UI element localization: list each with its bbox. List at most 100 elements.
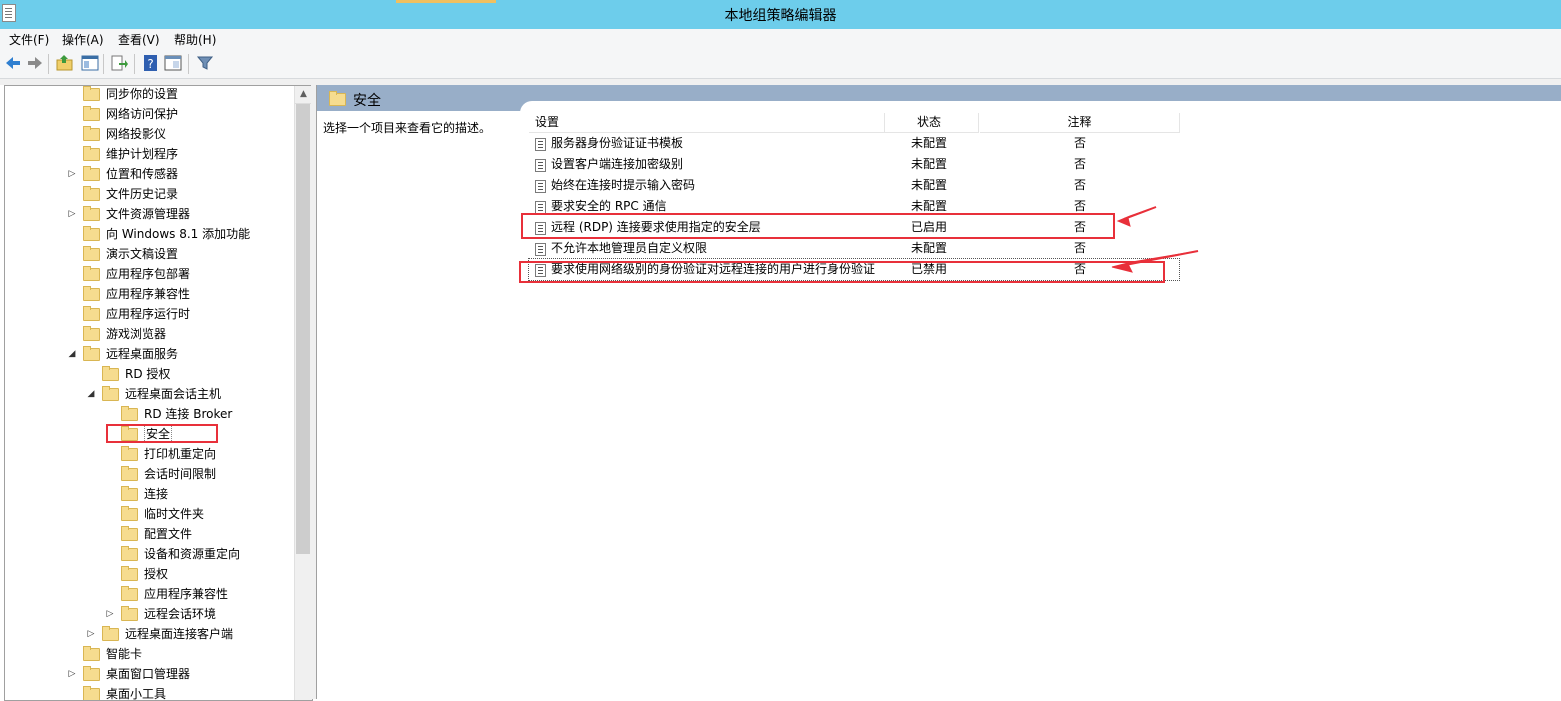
tree-item[interactable]: 应用程序包部署 bbox=[5, 264, 294, 284]
table-row[interactable]: 要求安全的 RPC 通信 未配置 否 bbox=[529, 196, 1179, 217]
tree-item-label: 打印机重定向 bbox=[144, 447, 217, 461]
toolbar-separator bbox=[134, 54, 135, 74]
folder-icon bbox=[83, 306, 100, 321]
scrollbar-thumb[interactable] bbox=[296, 104, 310, 554]
column-header-comment[interactable]: 注释 bbox=[980, 113, 1180, 133]
setting-comment: 否 bbox=[1074, 178, 1087, 192]
tree-item[interactable]: 演示文稿设置 bbox=[5, 244, 294, 264]
folder-icon bbox=[121, 506, 138, 521]
tree-item[interactable]: 文件历史记录 bbox=[5, 184, 294, 204]
tree-item-label: 网络访问保护 bbox=[106, 107, 179, 121]
description-text: 选择一个项目来查看它的描述。 bbox=[323, 121, 492, 135]
policy-setting-icon bbox=[535, 201, 546, 214]
tree-item[interactable]: ◢ 远程桌面会话主机 bbox=[5, 384, 294, 404]
tree-item[interactable]: 网络访问保护 bbox=[5, 104, 294, 124]
table-row[interactable]: 始终在连接时提示输入密码 未配置 否 bbox=[529, 175, 1179, 196]
policy-setting-icon bbox=[535, 264, 546, 277]
tree-vertical-scrollbar[interactable]: ▲ bbox=[294, 86, 312, 700]
tree-item-label: 同步你的设置 bbox=[106, 87, 179, 101]
back-arrow-icon[interactable] bbox=[4, 54, 22, 72]
tree-item[interactable]: 配置文件 bbox=[5, 524, 294, 544]
show-hide-tree-icon[interactable] bbox=[81, 54, 99, 72]
table-row[interactable]: 服务器身份验证证书模板 未配置 否 bbox=[529, 133, 1179, 154]
tree-item[interactable]: 打印机重定向 bbox=[5, 444, 294, 464]
navigation-tree[interactable]: 同步你的设置 网络访问保护网络投影仪维护计划程序 ▷ 位置和传感器文件历史记录 ▷ 文件资… bbox=[4, 85, 313, 701]
tree-item[interactable]: 连接 bbox=[5, 484, 294, 504]
tree-item[interactable]: 向 Windows 8.1 添加功能 bbox=[5, 224, 294, 244]
export-list-icon[interactable] bbox=[110, 54, 128, 72]
expand-arrow-icon[interactable]: ▷ bbox=[67, 664, 77, 684]
setting-state: 未配置 bbox=[911, 241, 948, 255]
table-row[interactable]: 不允许本地管理员自定义权限 未配置 否 bbox=[529, 238, 1179, 259]
column-header-setting[interactable]: 设置 bbox=[529, 113, 885, 133]
table-row[interactable]: 要求使用网络级别的身份验证对远程连接的用户进行身份验证 已禁用 否 bbox=[528, 258, 1180, 281]
expand-arrow-icon[interactable]: ▷ bbox=[67, 204, 77, 224]
setting-state: 未配置 bbox=[911, 157, 948, 171]
section-title: 安全 bbox=[353, 93, 381, 109]
filter-icon[interactable] bbox=[196, 54, 214, 72]
tree-item[interactable]: RD 授权 bbox=[5, 364, 294, 384]
menu-action[interactable]: 操作(A) bbox=[62, 31, 104, 48]
tree-item-label: 位置和传感器 bbox=[106, 167, 179, 181]
tree-item[interactable]: ▷ 文件资源管理器 bbox=[5, 204, 294, 224]
toolbar: ? bbox=[0, 49, 1561, 79]
table-row[interactable]: 远程 (RDP) 连接要求使用指定的安全层 已启用 否 bbox=[529, 217, 1179, 238]
tree-item[interactable]: 网络投影仪 bbox=[5, 124, 294, 144]
setting-name: 不允许本地管理员自定义权限 bbox=[551, 241, 708, 255]
menu-help[interactable]: 帮助(H) bbox=[174, 31, 216, 48]
tree-item[interactable]: 智能卡 bbox=[5, 644, 294, 664]
tree-item-label: 设备和资源重定向 bbox=[144, 547, 241, 561]
setting-comment: 否 bbox=[1074, 157, 1087, 171]
tree-item[interactable]: ◢ 远程桌面服务 bbox=[5, 344, 294, 364]
menu-view[interactable]: 查看(V) bbox=[118, 31, 160, 48]
folder-icon bbox=[83, 146, 100, 161]
tree-item[interactable]: 会话时间限制 bbox=[5, 464, 294, 484]
expand-arrow-icon[interactable]: ▷ bbox=[67, 164, 77, 184]
tree-item-label: 临时文件夹 bbox=[144, 507, 205, 521]
tree-item[interactable]: 应用程序兼容性 bbox=[5, 284, 294, 304]
menu-file[interactable]: 文件(F) bbox=[9, 31, 49, 48]
tree-item[interactable]: ▷ 位置和传感器 bbox=[5, 164, 294, 184]
tree-item[interactable]: 设备和资源重定向 bbox=[5, 544, 294, 564]
folder-icon bbox=[102, 386, 119, 401]
tree-item[interactable]: ▷ 远程桌面连接客户端 bbox=[5, 624, 294, 644]
folder-icon bbox=[121, 586, 138, 601]
tree-item[interactable]: 应用程序兼容性 bbox=[5, 584, 294, 604]
tree-item-label: 桌面窗口管理器 bbox=[106, 667, 191, 681]
collapse-arrow-icon[interactable]: ◢ bbox=[86, 384, 96, 404]
tree-item[interactable]: RD 连接 Broker bbox=[5, 404, 294, 424]
collapse-arrow-icon[interactable]: ◢ bbox=[67, 344, 77, 364]
folder-icon bbox=[121, 466, 138, 481]
tree-item-label: 维护计划程序 bbox=[106, 147, 179, 161]
tree-item-label: 远程桌面服务 bbox=[106, 347, 179, 361]
folder-icon bbox=[83, 186, 100, 201]
table-row[interactable]: 设置客户端连接加密级别 未配置 否 bbox=[529, 154, 1179, 175]
tree-item[interactable]: 同步你的设置 bbox=[5, 86, 294, 104]
folder-icon bbox=[121, 546, 138, 561]
folder-icon bbox=[83, 106, 100, 121]
tree-item[interactable]: 应用程序运行时 bbox=[5, 304, 294, 324]
forward-arrow-icon[interactable] bbox=[26, 54, 44, 72]
folder-icon bbox=[83, 346, 100, 361]
tree-item-label: 应用程序兼容性 bbox=[106, 287, 191, 301]
folder-icon bbox=[83, 86, 100, 101]
tree-item[interactable]: 授权 bbox=[5, 564, 294, 584]
column-header-state[interactable]: 状态 bbox=[880, 113, 979, 133]
tree-item-label: RD 授权 bbox=[125, 367, 171, 381]
setting-state: 未配置 bbox=[911, 178, 948, 192]
expand-arrow-icon[interactable]: ▷ bbox=[86, 624, 96, 644]
tree-item[interactable]: 游戏浏览器 bbox=[5, 324, 294, 344]
tree-item[interactable]: ▷ 远程会话环境 bbox=[5, 604, 294, 624]
tree-item[interactable]: 桌面小工具 bbox=[5, 684, 294, 700]
help-icon[interactable]: ? bbox=[142, 54, 160, 72]
folder-icon bbox=[121, 446, 138, 461]
tree-item[interactable]: 安全 bbox=[5, 424, 294, 444]
scroll-up-arrow-icon[interactable]: ▲ bbox=[295, 86, 312, 104]
tree-item[interactable]: 临时文件夹 bbox=[5, 504, 294, 524]
properties-icon[interactable] bbox=[164, 54, 182, 72]
tree-item[interactable]: 维护计划程序 bbox=[5, 144, 294, 164]
tree-item-label: RD 连接 Broker bbox=[144, 407, 233, 421]
tree-item[interactable]: ▷ 桌面窗口管理器 bbox=[5, 664, 294, 684]
up-folder-icon[interactable] bbox=[56, 54, 74, 72]
expand-arrow-icon[interactable]: ▷ bbox=[105, 604, 115, 624]
